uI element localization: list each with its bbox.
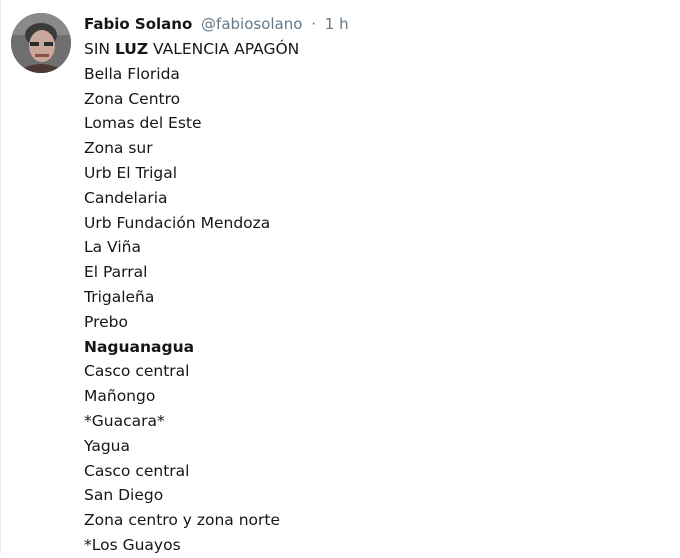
- separator-dot: ·: [311, 15, 316, 33]
- tweet-text: SIN LUZ VALENCIA APAGÓN Bella Florida Zo…: [84, 37, 674, 558]
- tweet-title-line: SIN LUZ VALENCIA APAGÓN: [84, 37, 674, 62]
- tweet[interactable]: Fabio Solano @fabiosolano · 1 h SIN LUZ …: [0, 0, 680, 554]
- tweet-line: Bella Florida: [84, 64, 180, 83]
- tweet-content: Fabio Solano @fabiosolano · 1 h SIN LUZ …: [84, 13, 674, 558]
- tweet-line: *Los Guayos: [84, 535, 181, 554]
- tweet-line-bold: Naguanagua: [84, 335, 674, 360]
- tweet-line: Mañongo: [84, 387, 156, 406]
- tweet-line: Prebo: [84, 312, 128, 331]
- tweet-line: Zona Centro: [84, 89, 181, 108]
- title-part-3: VALENCIA APAGÓN: [148, 40, 300, 58]
- author-name[interactable]: Fabio Solano: [84, 15, 192, 33]
- avatar[interactable]: [11, 13, 71, 73]
- author-handle[interactable]: @fabiosolano: [201, 15, 302, 33]
- tweet-line: Candelaria: [84, 188, 168, 207]
- tweet-line: Casco central: [84, 461, 190, 480]
- tweet-line: La Viña: [84, 238, 141, 257]
- title-part-1: SIN: [84, 40, 115, 58]
- avatar-photo: [11, 13, 71, 73]
- title-part-bold: LUZ: [114, 40, 149, 58]
- tweet-line: Urb El Trigal: [84, 163, 178, 182]
- tweet-line: Zona centro y zona norte: [84, 511, 281, 530]
- tweet-line: San Diego: [84, 486, 164, 505]
- tweet-header: Fabio Solano @fabiosolano · 1 h: [84, 13, 674, 35]
- tweet-line: *Guacara*: [84, 411, 165, 430]
- tweet-line: Lomas del Este: [84, 114, 202, 133]
- tweet-line: Zona sur: [84, 139, 153, 158]
- bold-section-label: Naguanagua: [84, 337, 195, 356]
- tweet-line: Yagua: [84, 436, 130, 455]
- timestamp[interactable]: 1 h: [325, 15, 349, 33]
- tweet-line: Trigaleña: [84, 287, 155, 306]
- tweet-line: Urb Fundación Mendoza: [84, 213, 271, 232]
- tweet-line: El Parral: [84, 263, 148, 282]
- tweet-line: Casco central: [84, 362, 190, 381]
